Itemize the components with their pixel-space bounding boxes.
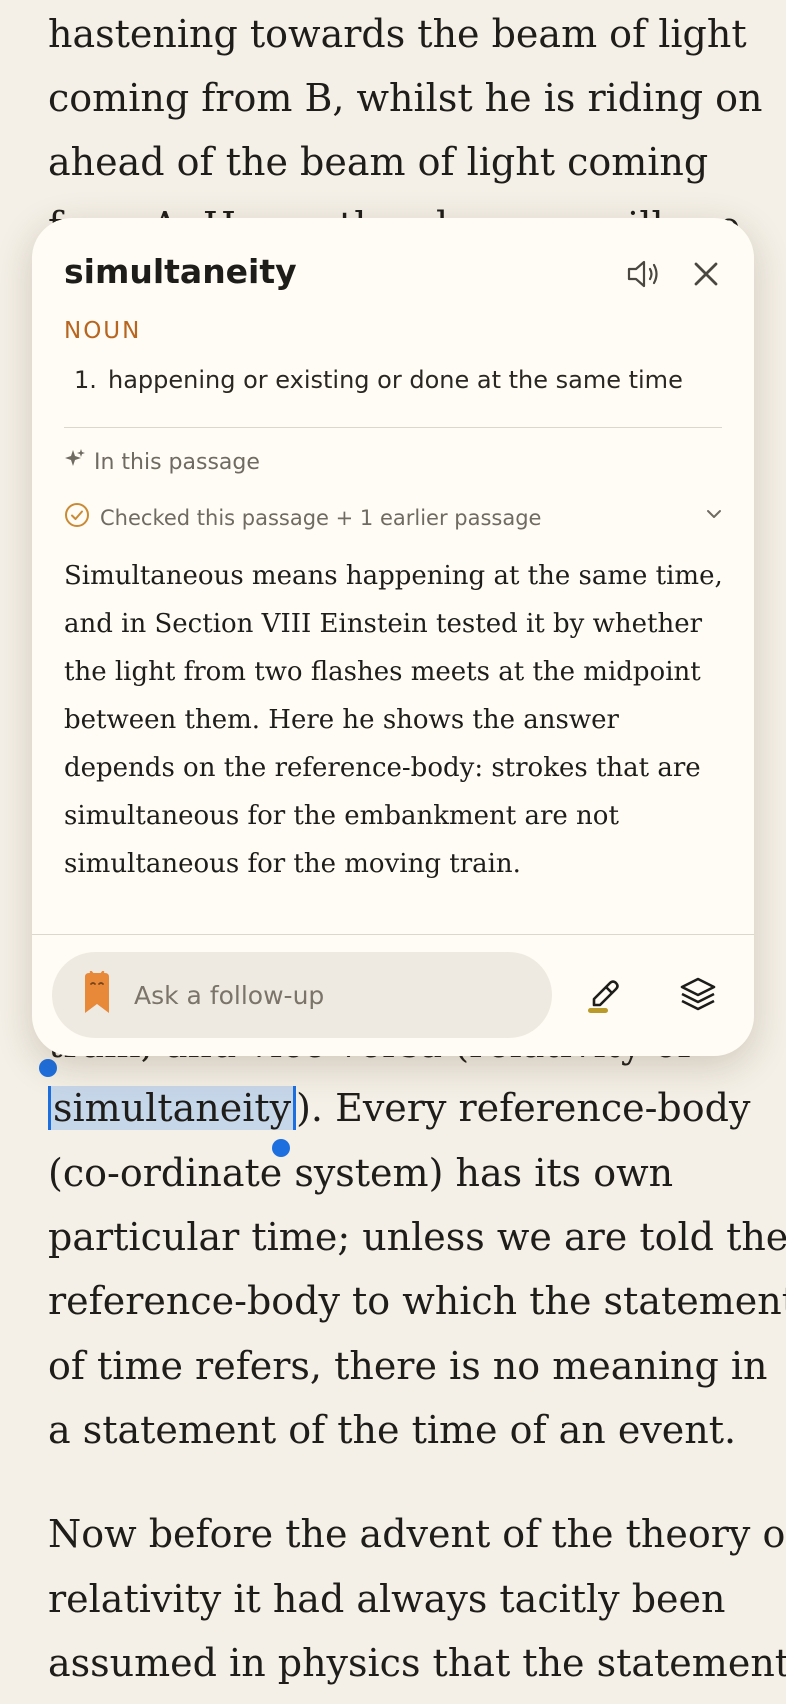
highlighter-icon[interactable] (582, 973, 626, 1017)
checked-text: Checked this passage + 1 earlier passage (100, 505, 542, 530)
checked-passages-row[interactable]: Checked this passage + 1 earlier passage (64, 502, 724, 533)
in-passage-label: In this passage (94, 449, 260, 475)
selection-end-handle[interactable] (272, 1139, 290, 1157)
selection-start-handle[interactable] (39, 1059, 57, 1077)
passage-explanation: Simultaneous means happening at the same… (64, 561, 723, 879)
text-line: reference-body to which the statement (48, 1279, 786, 1323)
part-of-speech: NOUN (64, 318, 142, 344)
selected-word[interactable]: simultaneity (48, 1086, 297, 1130)
chevron-down-icon[interactable] (704, 504, 724, 529)
popup-word-title: simultaneity (64, 252, 297, 291)
text-line: (co-ordinate system) has its own (48, 1151, 674, 1195)
footer-divider (32, 934, 754, 935)
divider (64, 427, 722, 428)
layers-icon[interactable] (676, 973, 720, 1017)
text-line: relativity it had always tacitly been (48, 1577, 726, 1621)
text-line: Now before the advent of the theory of (48, 1512, 786, 1556)
text-line: ahead of the beam of light coming (48, 140, 709, 184)
text-line: hastening towards the beam of light (48, 12, 747, 56)
text-line: a statement of the time of an event. (48, 1408, 737, 1452)
text-line: of time refers, there is no meaning in (48, 1344, 768, 1388)
text-line: assumed in physics that the statement (48, 1641, 786, 1685)
definition-item: 1. happening or existing or done at the s… (74, 366, 683, 394)
follow-up-field[interactable] (52, 952, 552, 1038)
sparkle-icon (64, 448, 86, 476)
definition-popup: simultaneity NOUN 1. happening or existin… (32, 218, 754, 1056)
text-line: particular time; unless we are told the (48, 1215, 786, 1259)
follow-up-input[interactable] (132, 979, 516, 1011)
close-icon[interactable] (684, 252, 728, 296)
text-after-selection: ). Every reference-body (296, 1086, 751, 1130)
definition-text: happening or existing or done at the sam… (108, 366, 683, 394)
bookmark-mascot-icon (82, 970, 112, 1019)
text-line-selection: simultaneity). Every reference-body (48, 1076, 750, 1140)
speaker-icon[interactable] (622, 252, 666, 296)
text-line: coming from B, whilst he is riding on (48, 76, 763, 120)
check-circle-icon (64, 502, 90, 533)
in-passage-heading: In this passage (64, 448, 260, 476)
definition-number: 1. (74, 366, 97, 394)
